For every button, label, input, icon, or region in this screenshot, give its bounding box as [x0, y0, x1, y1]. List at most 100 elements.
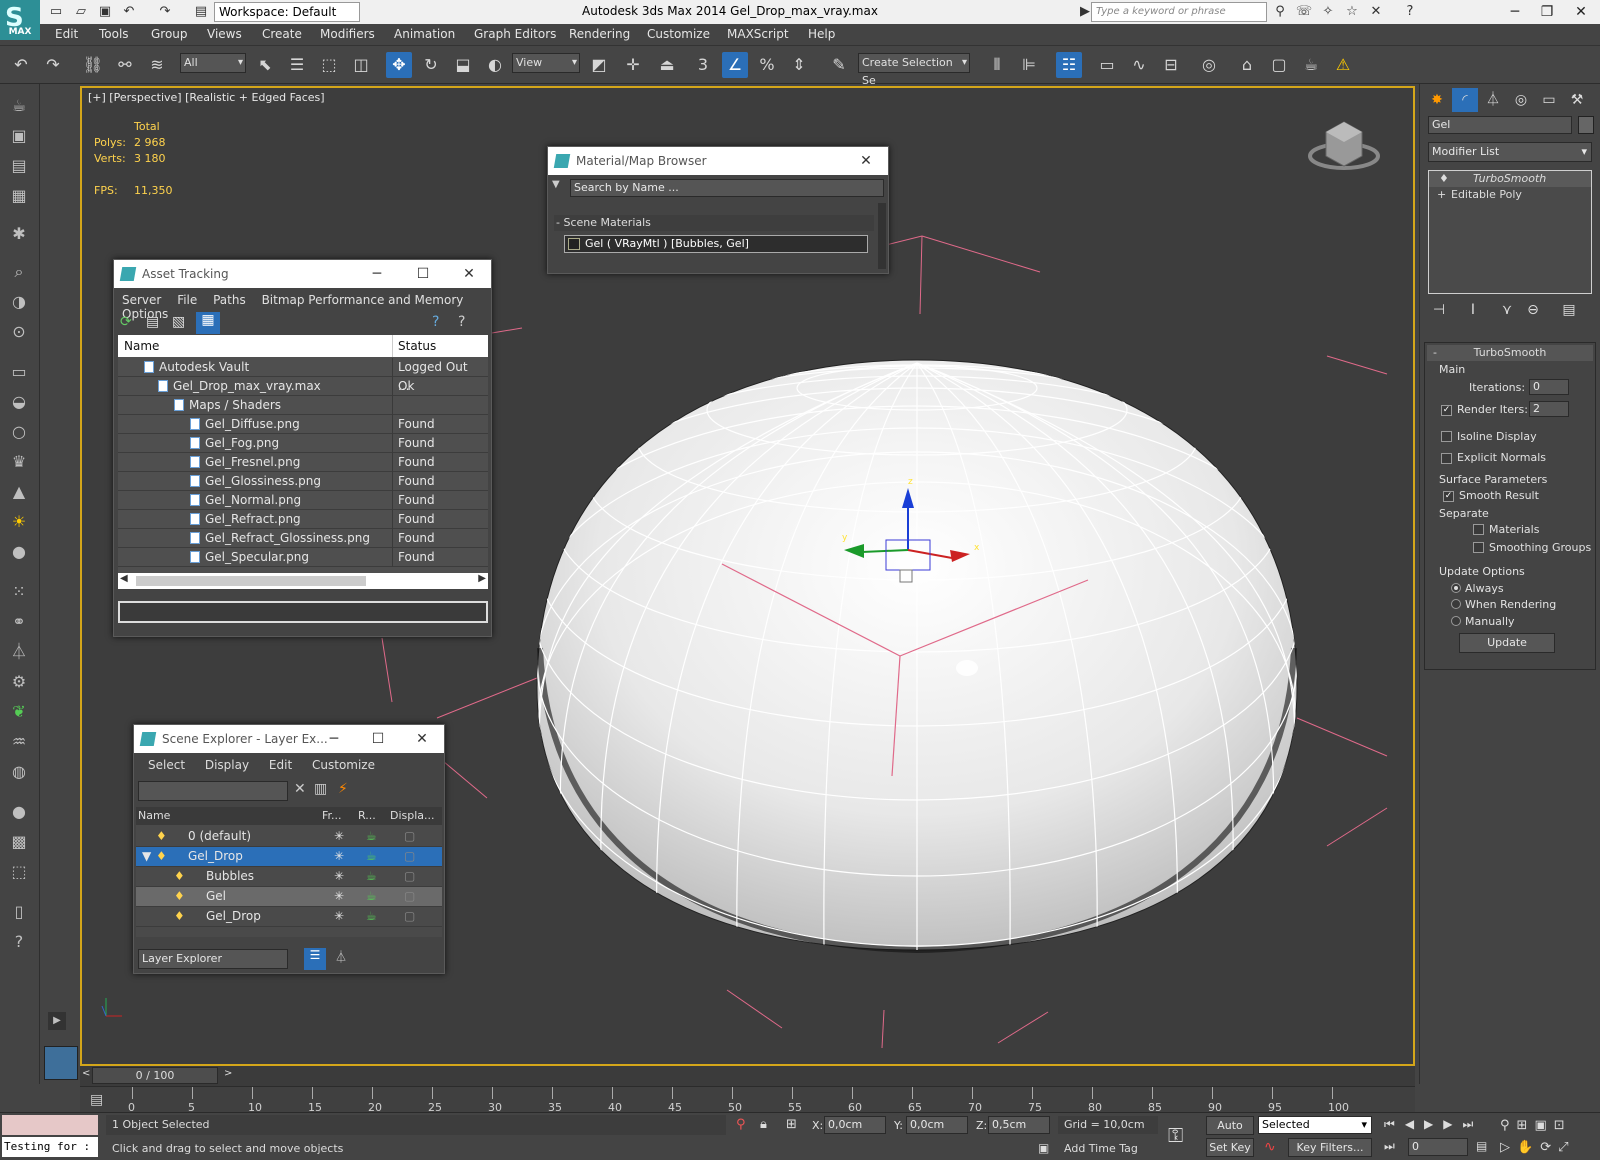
- explorer-type-dropdown[interactable]: Layer Explorer: [138, 949, 288, 969]
- light-bulb-icon[interactable]: ♦: [174, 887, 185, 906]
- plane-icon[interactable]: ▭: [6, 360, 32, 384]
- render-teapot-icon[interactable]: ☕: [366, 827, 377, 846]
- render-setup-icon[interactable]: ⌂: [1234, 52, 1260, 78]
- asset-tracking-titlebar[interactable]: Asset Tracking ─ ☐ ✕: [114, 260, 491, 288]
- explicit-normals-checkbox[interactable]: [1441, 453, 1452, 464]
- time-configuration-icon[interactable]: ▤: [1476, 1139, 1487, 1153]
- warning-icon[interactable]: ⚠: [1330, 52, 1356, 78]
- document-icon[interactable]: ▤: [6, 154, 32, 178]
- asset-menu-server[interactable]: Server: [122, 293, 161, 307]
- favorites-star-icon[interactable]: ☆: [1343, 3, 1361, 21]
- sphere-icon[interactable]: ○: [6, 420, 32, 444]
- modify-tab-icon[interactable]: ◜: [1452, 88, 1478, 112]
- create-tab-icon[interactable]: ✸: [1424, 88, 1450, 112]
- manually-radio[interactable]: [1451, 616, 1461, 626]
- asset-menu-file[interactable]: File: [177, 293, 197, 307]
- maxscript-listener-input[interactable]: Testing for :: [2, 1137, 98, 1157]
- transform-gizmo-icon[interactable]: ✛: [620, 52, 646, 78]
- zoom-extents-icon[interactable]: ▣: [1534, 1118, 1553, 1133]
- gear-icon[interactable]: ⚙: [6, 670, 32, 694]
- expand-arrow-icon[interactable]: ▶: [48, 1012, 66, 1030]
- filter-tool-icon[interactable]: ▥: [314, 781, 327, 797]
- remove-modifier-icon[interactable]: ⊖: [1520, 298, 1546, 322]
- about-help-icon[interactable]: ?: [458, 314, 465, 330]
- select-object-icon[interactable]: ⬉: [252, 52, 278, 78]
- table-row[interactable]: Gel_Drop_max_vray.max Ok: [118, 377, 488, 396]
- horizontal-scrollbar[interactable]: ◀ ▶: [118, 573, 488, 589]
- render-image-icon[interactable]: ▣: [6, 124, 32, 148]
- table-row[interactable]: Gel_Refract_Glossiness.png Found: [118, 529, 488, 548]
- selection-lock-icon[interactable]: 🔒︎: [760, 1117, 767, 1132]
- menu-edit[interactable]: Edit: [55, 27, 78, 41]
- options-arrow-icon[interactable]: ▼: [552, 179, 560, 190]
- reference-coordinate-dropdown[interactable]: View: [512, 53, 580, 73]
- x-coordinate-input[interactable]: 0,0cm: [824, 1116, 886, 1134]
- menu-create[interactable]: Create: [262, 27, 302, 41]
- time-slider[interactable]: < 0 / 100 >: [80, 1066, 1415, 1086]
- light-bulb-icon[interactable]: ♦: [156, 847, 167, 866]
- zoom-all-icon[interactable]: ⊞: [1517, 1118, 1535, 1133]
- column-status[interactable]: Status: [392, 335, 436, 357]
- teapot-create-icon[interactable]: ☕: [6, 94, 32, 118]
- blue-sphere-icon[interactable]: ●: [6, 800, 32, 824]
- layer-row[interactable]: ♦ Bubbles ✳ ☕ ▢: [136, 867, 442, 887]
- cone-icon[interactable]: ▲: [6, 480, 32, 504]
- go-to-end-icon[interactable]: ⏭: [1463, 1117, 1484, 1131]
- absolute-mode-icon[interactable]: ⊞: [786, 1117, 797, 1132]
- key-mode-dropdown[interactable]: Selected ▾: [1258, 1116, 1372, 1134]
- pivot-center-icon[interactable]: ◩: [586, 52, 612, 78]
- layer-row[interactable]: ♦ Gel_Drop ✳ ☕ ▢: [136, 907, 442, 927]
- time-slider-thumb[interactable]: 0 / 100: [92, 1067, 218, 1084]
- select-highlight-icon[interactable]: ⬚: [6, 860, 32, 884]
- scroll-thumb[interactable]: [136, 576, 366, 586]
- minimize-icon[interactable]: ─: [312, 725, 356, 753]
- prev-frame-icon[interactable]: <: [82, 1068, 90, 1079]
- show-end-result-icon[interactable]: I: [1460, 298, 1486, 322]
- angle-snap-icon[interactable]: ∠: [722, 52, 748, 78]
- window-crossing-icon[interactable]: ◫: [348, 52, 374, 78]
- close-icon[interactable]: ✕: [400, 725, 444, 753]
- keyboard-shortcut-override-icon[interactable]: ⏏: [654, 52, 680, 78]
- unlink-icon[interactable]: ⚯: [112, 52, 138, 78]
- asset-path-field[interactable]: [118, 601, 488, 623]
- render-teapot-icon[interactable]: ☕: [366, 907, 377, 926]
- workspace-dropdown[interactable]: Workspace: Default: [214, 2, 360, 22]
- minimize-icon[interactable]: ─: [355, 260, 399, 288]
- freeze-snowflake-icon[interactable]: ✳: [334, 887, 344, 906]
- table-row[interactable]: Autodesk Vault Logged Out ...: [118, 358, 488, 393]
- display-box-icon[interactable]: ▢: [404, 907, 415, 926]
- update-button[interactable]: Update: [1459, 633, 1555, 653]
- column-name[interactable]: Name: [124, 335, 159, 357]
- open-file-icon[interactable]: ▱: [72, 3, 90, 21]
- rendered-frame-window-icon[interactable]: ▢: [1266, 52, 1292, 78]
- mirror-icon[interactable]: ⫴: [984, 52, 1010, 78]
- menu-views[interactable]: Views: [207, 27, 242, 41]
- freeze-snowflake-icon[interactable]: ✳: [334, 907, 344, 926]
- pin-stack-icon[interactable]: ⊣: [1426, 298, 1452, 322]
- select-and-rotate-icon[interactable]: ↻: [418, 52, 444, 78]
- isolate-selection-icon[interactable]: ⚲: [736, 1117, 746, 1132]
- pan-hand-icon[interactable]: ✋: [1517, 1140, 1540, 1155]
- se-menu-customize[interactable]: Customize: [312, 758, 375, 772]
- material-search-input[interactable]: Search by Name ...: [570, 179, 884, 197]
- object-name-input[interactable]: Gel: [1428, 116, 1572, 134]
- bind-to-space-warp-icon[interactable]: ≋: [144, 52, 170, 78]
- help-circle-icon[interactable]: ?: [6, 930, 32, 954]
- new-file-icon[interactable]: ▭: [47, 3, 65, 21]
- default-tangents-icon[interactable]: ∿: [1264, 1139, 1276, 1155]
- percent-snap-icon[interactable]: %: [754, 52, 780, 78]
- material-editor-icon[interactable]: ◎: [1196, 52, 1222, 78]
- camera-icon[interactable]: ⌕: [6, 260, 32, 284]
- grid-table-icon[interactable]: ▦: [6, 184, 32, 208]
- next-frame-icon[interactable]: >: [224, 1068, 232, 1079]
- key-filters-button[interactable]: Key Filters...: [1288, 1138, 1372, 1157]
- asset-menu-bitmap-performance[interactable]: Bitmap Performance and Memory: [262, 293, 464, 307]
- utilities-tab-icon[interactable]: ⚒: [1564, 88, 1590, 112]
- clipboard-icon[interactable]: ▯: [6, 900, 32, 924]
- collapse-arrow-icon[interactable]: ▼: [142, 847, 151, 866]
- smoothing-groups-checkbox[interactable]: [1473, 542, 1484, 553]
- smooth-result-checkbox[interactable]: ✓: [1443, 491, 1454, 502]
- next-frame-icon[interactable]: ▶: [1443, 1117, 1462, 1131]
- spinner-snap-icon[interactable]: ⇕: [786, 52, 812, 78]
- set-key-icon[interactable]: ⚿: [1168, 1123, 1183, 1147]
